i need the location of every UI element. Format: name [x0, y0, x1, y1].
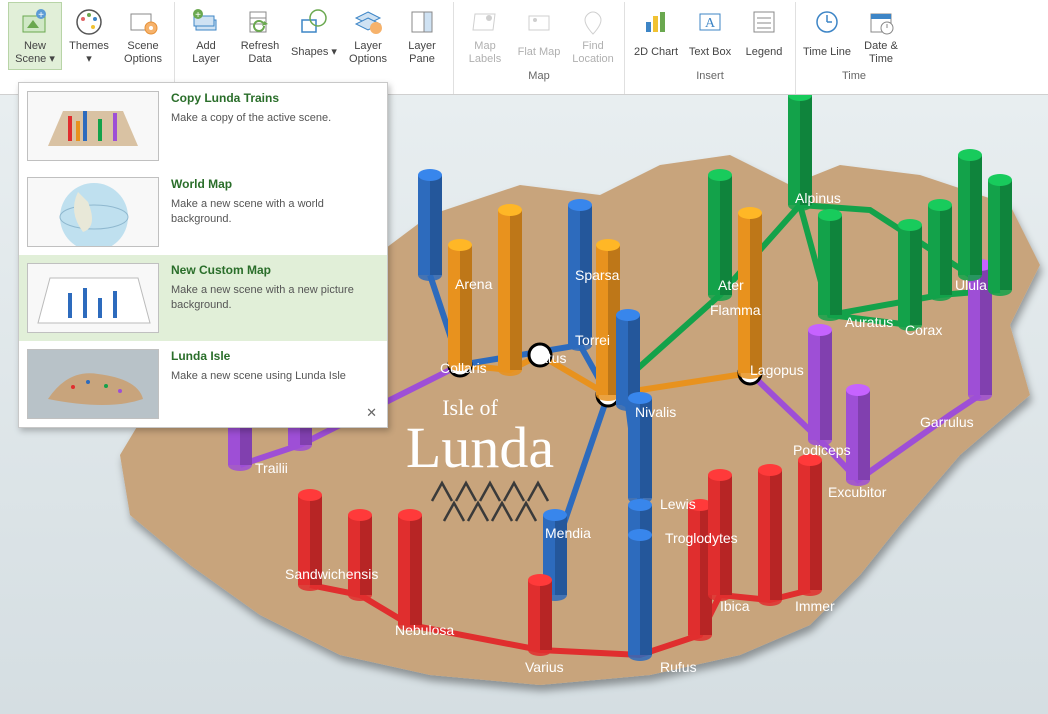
close-icon[interactable]: ✕ — [366, 405, 377, 421]
ribbon-group-map: Map Labels Flat Map Find Location Map — [454, 2, 625, 94]
themes-icon — [73, 6, 105, 38]
thumb-globe — [27, 177, 159, 247]
dropdown-item-lunda[interactable]: Lunda Isle Make a new scene using Lunda … — [19, 341, 387, 427]
refresh-data-icon — [244, 6, 276, 38]
find-location-button: Find Location — [566, 2, 620, 70]
svg-text:Ibica: Ibica — [720, 598, 750, 614]
svg-text:Mendia: Mendia — [545, 525, 591, 541]
svg-text:Ulula: Ulula — [955, 277, 987, 293]
dropdown-title: Copy Lunda Trains — [171, 91, 379, 105]
ribbon-group-time: Time Line Date & Time Time — [796, 2, 912, 94]
svg-text:Ater: Ater — [718, 277, 744, 293]
ribbon: + New Scene ▾ Themes ▾ Scene Options + A… — [0, 0, 1048, 95]
map-labels-button: Map Labels — [458, 2, 512, 70]
dropdown-desc: Make a copy of the active scene. — [171, 111, 379, 126]
svg-text:Troglodytes: Troglodytes — [665, 530, 738, 546]
thumb-lunda-blur — [27, 349, 159, 419]
group-label-insert: Insert — [696, 70, 724, 84]
scene-options-icon — [127, 6, 159, 38]
flat-map-button: Flat Map — [512, 2, 566, 70]
ribbon-group-layer: + Add Layer Refresh Data Shapes ▾ Layer … — [175, 2, 454, 94]
themes-button[interactable]: Themes ▾ — [62, 2, 116, 70]
timeline-icon — [811, 6, 843, 38]
date-time-button[interactable]: Date & Time — [854, 2, 908, 70]
svg-text:+: + — [195, 10, 201, 21]
svg-text:Sandwichensis: Sandwichensis — [285, 566, 378, 582]
new-scene-icon: + — [19, 6, 51, 38]
timeline-button[interactable]: Time Line — [800, 2, 854, 70]
map-labels-icon — [469, 6, 501, 38]
svg-text:Trailii: Trailii — [255, 460, 288, 476]
group-label-time: Time — [842, 70, 866, 84]
text-box-button[interactable]: A Text Box — [683, 2, 737, 70]
new-scene-button[interactable]: + New Scene ▾ — [8, 2, 62, 70]
svg-text:Immer: Immer — [795, 598, 835, 614]
svg-text:Collaris: Collaris — [440, 360, 487, 376]
svg-text:Lewis: Lewis — [660, 496, 696, 512]
svg-text:Flamma: Flamma — [710, 302, 761, 318]
datetime-icon — [865, 6, 897, 38]
dropdown-desc: Make a new scene using Lunda Isle — [171, 369, 379, 384]
2d-chart-button[interactable]: 2D Chart — [629, 2, 683, 70]
svg-text:Podiceps: Podiceps — [793, 442, 851, 458]
dropdown-item-copy[interactable]: Copy Lunda Trains Make a copy of the act… — [19, 83, 387, 169]
svg-text:Alpinus: Alpinus — [795, 190, 841, 206]
ribbon-group-insert: 2D Chart A Text Box Legend Insert — [625, 2, 796, 94]
svg-text:Varius: Varius — [525, 659, 564, 675]
svg-text:atus: atus — [540, 350, 566, 366]
layer-options-button[interactable]: Layer Options — [341, 2, 395, 70]
new-scene-dropdown: Copy Lunda Trains Make a copy of the act… — [18, 82, 388, 428]
chart-icon — [640, 6, 672, 38]
dropdown-desc: Make a new scene with a world background… — [171, 197, 379, 227]
dropdown-title: New Custom Map — [171, 263, 379, 277]
find-location-icon — [577, 6, 609, 38]
svg-text:A: A — [705, 16, 716, 31]
group-label-map: Map — [528, 70, 549, 84]
scene-options-button[interactable]: Scene Options — [116, 2, 170, 70]
shapes-icon — [298, 6, 330, 38]
layer-pane-icon — [406, 6, 438, 38]
thumb-lunda-mini — [27, 91, 159, 161]
add-layer-button[interactable]: + Add Layer — [179, 2, 233, 70]
dropdown-item-custom[interactable]: New Custom Map Make a new scene with a n… — [19, 255, 387, 341]
svg-text:+: + — [38, 10, 44, 21]
svg-text:Torrei: Torrei — [575, 332, 610, 348]
dropdown-title: World Map — [171, 177, 379, 191]
layer-options-icon — [352, 6, 384, 38]
refresh-data-button[interactable]: Refresh Data — [233, 2, 287, 70]
svg-text:Corax: Corax — [905, 322, 942, 338]
dropdown-title: Lunda Isle — [171, 349, 379, 363]
dropdown-desc: Make a new scene with a new picture back… — [171, 283, 379, 313]
svg-text:Rufus: Rufus — [660, 659, 697, 675]
svg-text:Auratus: Auratus — [845, 314, 893, 330]
svg-text:Excubitor: Excubitor — [828, 484, 887, 500]
svg-text:Arena: Arena — [455, 276, 493, 292]
textbox-icon: A — [694, 6, 726, 38]
layer-pane-button[interactable]: Layer Pane — [395, 2, 449, 70]
svg-text:Lagopus: Lagopus — [750, 362, 804, 378]
legend-button[interactable]: Legend — [737, 2, 791, 70]
svg-text:Sparsa: Sparsa — [575, 267, 620, 283]
add-layer-icon: + — [190, 6, 222, 38]
shapes-button[interactable]: Shapes ▾ — [287, 2, 341, 70]
legend-icon — [748, 6, 780, 38]
island-title: Lunda — [406, 415, 554, 480]
flat-map-icon — [523, 6, 555, 38]
svg-text:Nebulosa: Nebulosa — [395, 622, 454, 638]
thumb-custom — [27, 263, 159, 333]
svg-text:Nivalis: Nivalis — [635, 404, 676, 420]
dropdown-item-world[interactable]: World Map Make a new scene with a world … — [19, 169, 387, 255]
ribbon-group-scene: + New Scene ▾ Themes ▾ Scene Options — [4, 2, 175, 94]
svg-text:Garrulus: Garrulus — [920, 414, 974, 430]
